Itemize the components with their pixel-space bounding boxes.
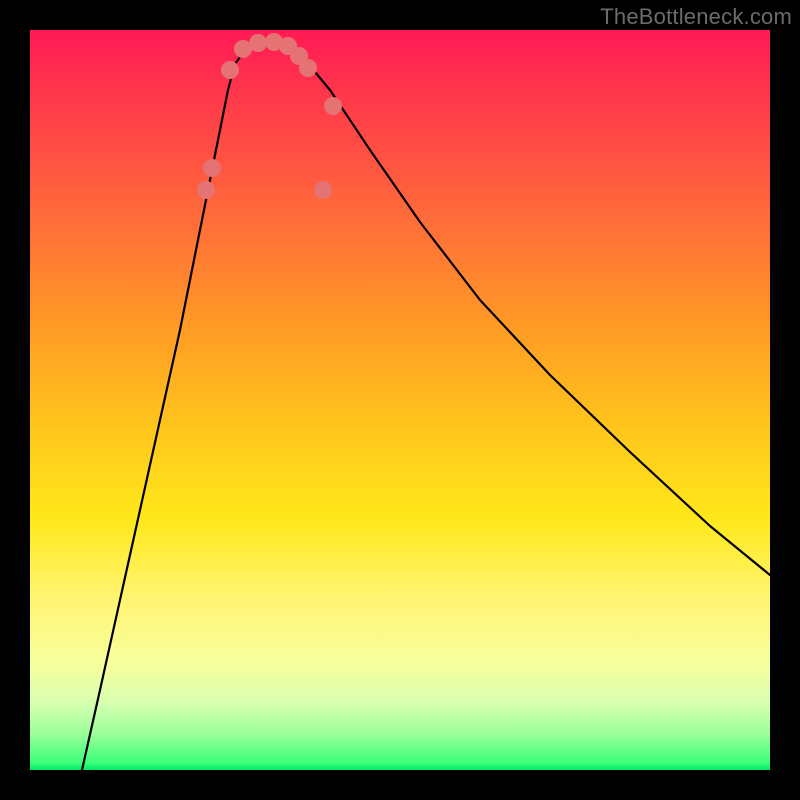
- marker-dot: [203, 159, 221, 177]
- watermark-text: TheBottleneck.com: [600, 4, 792, 30]
- marker-dot: [221, 61, 239, 79]
- marker-dot: [299, 59, 317, 77]
- bottleneck-curve: [82, 43, 770, 770]
- curve-layer: [82, 43, 770, 770]
- marker-dot: [197, 181, 215, 199]
- markers-layer: [197, 33, 342, 199]
- marker-dot: [314, 181, 332, 199]
- marker-dot: [249, 34, 267, 52]
- plot-area: [30, 30, 770, 770]
- curve-svg: [30, 30, 770, 770]
- marker-dot: [324, 97, 342, 115]
- outer-frame: TheBottleneck.com: [0, 0, 800, 800]
